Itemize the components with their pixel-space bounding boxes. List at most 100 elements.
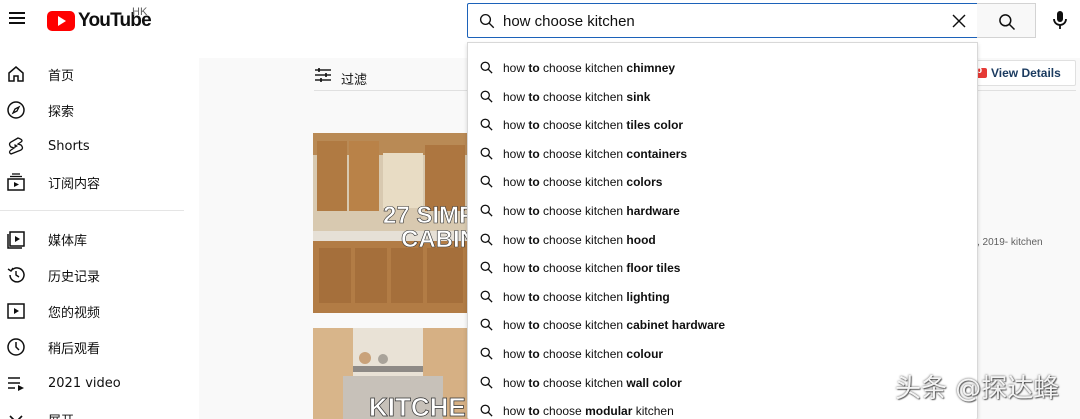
suggestion-item[interactable]: how to choose kitchen hardware [468, 197, 977, 225]
suggestion-bold-part: containers [626, 146, 688, 161]
suggestion-middle: choose kitchen [539, 261, 627, 276]
suggestion-bold-part: colour [626, 347, 664, 361]
watch-later-icon [7, 338, 25, 356]
home-icon [8, 66, 24, 82]
suggestion-item[interactable]: how to choose kitchen sink [468, 83, 977, 111]
search-icon [480, 318, 493, 331]
sidebar-item-shorts[interactable]: Shorts [0, 128, 200, 164]
sidebar-item-library[interactable]: 媒体库 [0, 221, 200, 257]
sidebar-item-label: Shorts [48, 138, 90, 154]
suggestion-bold-part: to [528, 318, 540, 333]
suggestion-bold-part: to [528, 347, 540, 361]
suggestion-bold-part: sink [626, 89, 651, 104]
sidebar-item-your-videos[interactable]: 您的视频 [0, 293, 200, 329]
search-icon [480, 347, 493, 360]
subscriptions-icon [7, 173, 25, 191]
suggestion-prefix: how [503, 375, 529, 390]
suggestion-middle: choose kitchen [539, 289, 627, 304]
search-icon [480, 233, 493, 246]
suggestion-prefix: how [503, 146, 529, 161]
suggestion-item[interactable]: how to choose kitchen hood [468, 226, 977, 254]
search-button[interactable] [977, 3, 1036, 38]
suggestion-text: how to choose kitchen hood [503, 233, 656, 247]
suggestion-bold-part: to [528, 375, 540, 390]
suggestion-item[interactable]: how to choose kitchen tiles color [468, 111, 977, 139]
sidebar-item-expand[interactable]: 展开 [0, 401, 200, 419]
search-input[interactable] [503, 8, 943, 34]
thumbnail-title-line: 27 SIMPL [383, 202, 469, 229]
sidebar-item-label: 稍后观看 [48, 341, 101, 357]
video-metadata: , 2019- kitchen [977, 237, 1043, 248]
video-thumbnail[interactable]: KITCHEN [313, 328, 469, 419]
sidebar-item-history[interactable]: 历史记录 [0, 257, 200, 293]
suggestion-bold-part: to [528, 404, 540, 419]
video-thumbnail[interactable]: 27 SIMPL CABINE [313, 133, 469, 313]
search-icon [999, 14, 1016, 31]
hamburger-icon[interactable] [6, 9, 28, 31]
mic-icon[interactable] [1045, 5, 1075, 35]
suggestion-item[interactable]: how to choose kitchen colors [468, 168, 977, 196]
suggestion-bold-part: to [528, 61, 540, 75]
search-icon [480, 61, 493, 74]
search-icon [479, 13, 495, 29]
youtube-play-icon [47, 11, 75, 31]
sidebar-item-watch-later[interactable]: 稍后观看 [0, 329, 200, 365]
close-icon[interactable] [951, 13, 967, 29]
suggestion-prefix: how [503, 204, 529, 218]
suggestion-prefix: how [503, 261, 529, 276]
search-suggestions: how to choose kitchen chimney how to choo… [467, 42, 978, 419]
sidebar-item-label: 展开 [48, 410, 74, 419]
suggestion-bold-part: floor tiles [626, 261, 681, 276]
suggestion-prefix: how [503, 289, 529, 304]
suggestion-bold-part: cabinet hardware [626, 318, 726, 333]
suggestion-prefix: how [503, 404, 529, 419]
suggestion-text: how to choose modular kitchen [503, 404, 674, 418]
suggestion-text: how to choose kitchen chimney [503, 61, 675, 75]
sidebar-item-subscriptions[interactable]: 订阅内容 [0, 164, 200, 200]
suggestion-bold-part: to [528, 261, 540, 276]
view-details-label: View Details [991, 66, 1061, 80]
sidebar-item-label: 订阅内容 [48, 176, 101, 192]
suggestion-bold-part: hood [626, 232, 656, 247]
library-icon [7, 231, 25, 249]
suggestion-item[interactable]: how to choose kitchen chimney [468, 54, 977, 82]
suggestion-prefix: how [503, 118, 529, 133]
sidebar-item-label: 2021 video [48, 375, 121, 391]
suggestion-item[interactable]: how to choose kitchen cabinet hardware [468, 311, 977, 339]
suggestion-text: how to choose kitchen tiles color [503, 118, 683, 132]
suggestion-prefix: how [503, 89, 529, 104]
sidebar-item-label: 您的视频 [48, 305, 101, 321]
sidebar-item-explore[interactable]: 探索 [0, 92, 200, 128]
view-details-button[interactable]: View Details [964, 60, 1076, 86]
suggestion-item[interactable]: how to choose kitchen floor tiles [468, 254, 977, 282]
watermark: 头条 @探达蜂 [895, 374, 1060, 404]
playlist-icon [8, 377, 24, 391]
suggestion-prefix: how [503, 175, 529, 190]
suggestion-prefix: how [503, 318, 529, 333]
suggestion-middle: choose [539, 404, 586, 419]
search-icon [480, 376, 493, 389]
suggestion-item[interactable]: how to choose kitchen containers [468, 140, 977, 168]
top-bar: YouTube HK [0, 0, 1080, 44]
suggestion-suffix: kitchen [632, 404, 674, 419]
sidebar: 首页 探索 Shorts 订阅内容 媒体库 历史记录 您的视频 稍后观看 202… [0, 56, 200, 419]
suggestion-text: how to choose kitchen cabinet hardware [503, 318, 725, 332]
suggestion-text: how to choose kitchen floor tiles [503, 261, 680, 275]
suggestion-item[interactable]: how to choose kitchen lighting [468, 283, 977, 311]
sidebar-item-home[interactable]: 首页 [0, 56, 200, 92]
sidebar-item-playlist[interactable]: 2021 video [0, 365, 200, 401]
suggestion-item[interactable]: how to choose kitchen colour [468, 340, 977, 368]
sidebar-item-label: 探索 [48, 104, 75, 120]
search-icon [480, 404, 493, 417]
history-icon [7, 267, 25, 283]
suggestion-middle: choose kitchen [539, 347, 627, 361]
suggestion-text: how to choose kitchen colour [503, 347, 663, 361]
suggestion-bold-part: to [528, 232, 540, 247]
chevron-down-icon [9, 415, 23, 419]
search-icon [480, 147, 493, 160]
suggestion-bold-part: to [528, 204, 540, 218]
search-icon [480, 118, 493, 131]
suggestion-bold-part: chimney [626, 61, 676, 75]
suggestion-middle: choose kitchen [539, 318, 627, 333]
search-icon [480, 204, 493, 217]
